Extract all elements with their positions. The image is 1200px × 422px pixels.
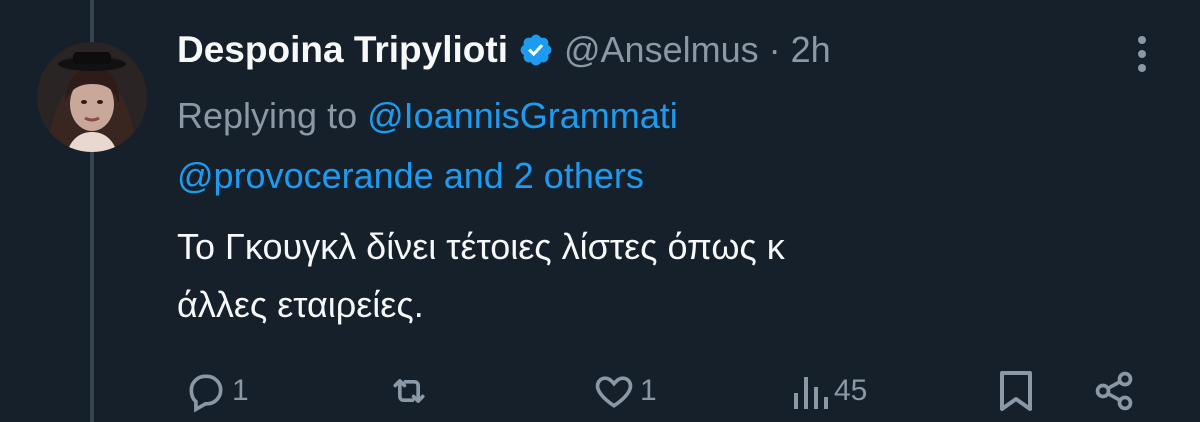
more-vertical-icon[interactable] [1132,32,1152,76]
retweet-icon [384,369,434,413]
tweet-text: Το Γκουγκλ δίνει τέτοιες λίστες όπως κ ά… [177,218,1137,334]
separator: · [768,29,781,70]
bookmark-button[interactable] [996,366,1036,416]
replying-prefix: Replying to [177,95,358,136]
like-button[interactable]: 1 [592,366,657,416]
reply-user-link[interactable]: @IoannisGrammati [367,95,678,136]
avatar[interactable] [37,42,147,152]
bookmark-icon [996,369,1036,413]
retweet-button[interactable] [384,366,438,416]
heart-icon [592,369,636,413]
views-count: 45 [834,374,868,407]
tweet-text-line: άλλες εταιρείες. [177,284,424,325]
timestamp[interactable]: 2h [791,29,831,71]
like-count: 1 [640,374,657,407]
tweet-text-line: Το Γκουγκλ δίνει τέτοιες λίστες όπως κ [177,226,785,267]
share-button[interactable] [1092,366,1136,416]
tweet-card[interactable]: Despoina Tripylioti @Anselmus · 2h Reply… [0,0,1200,422]
replying-to-continued: @provocerande and 2 others [177,150,644,202]
replying-to: Replying to @IoannisGrammati [177,90,678,142]
views-button[interactable]: 45 [790,366,867,416]
reply-count: 1 [232,374,249,407]
tweet-header: Despoina Tripylioti @Anselmus · 2h [177,22,831,78]
verified-badge-icon [518,32,554,68]
reply-user2-link[interactable]: @provocerande [177,155,434,196]
share-icon [1092,369,1136,413]
display-name[interactable]: Despoina Tripylioti [177,29,508,71]
user-handle[interactable]: @Anselmus [564,29,759,71]
action-bar: 1 1 45 [0,366,1200,416]
reply-icon [184,369,228,413]
views-chart-icon [790,369,830,413]
reply-button[interactable]: 1 [184,366,249,416]
reply-others-link[interactable]: and 2 others [444,155,644,196]
